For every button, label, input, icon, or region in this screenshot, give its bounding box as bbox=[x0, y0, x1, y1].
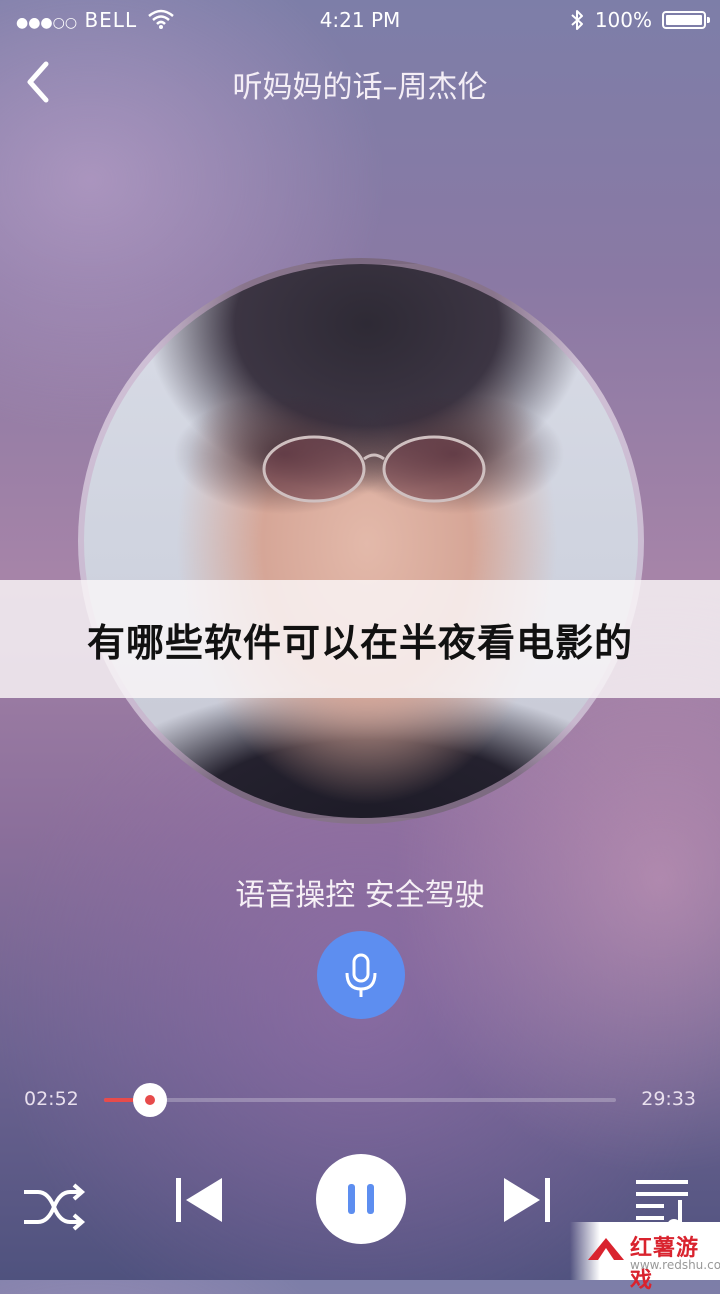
progress-knob[interactable] bbox=[133, 1083, 168, 1117]
current-time: 02:52 bbox=[24, 1088, 79, 1110]
headline-banner: 有哪些软件可以在半夜看电影的 bbox=[0, 580, 720, 698]
voice-control-button[interactable] bbox=[317, 931, 405, 1019]
sunglasses-graphic bbox=[262, 435, 486, 503]
watermark-url: www.redshu.com bbox=[630, 1258, 720, 1272]
voice-control-label: 语音操控 安全驾驶 bbox=[235, 878, 485, 913]
microphone-icon bbox=[345, 953, 377, 997]
previous-button[interactable] bbox=[172, 1172, 228, 1228]
battery-icon bbox=[662, 11, 710, 29]
progress-bar[interactable] bbox=[104, 1083, 616, 1117]
shuffle-icon bbox=[24, 1183, 86, 1231]
status-bar: ●●●○○ BELL 4:21 PM 100% bbox=[0, 0, 720, 40]
skip-previous-icon bbox=[176, 1178, 222, 1222]
album-cover bbox=[78, 258, 644, 824]
site-watermark: 红薯游戏 www.redshu.com bbox=[570, 1222, 720, 1293]
song-title: 听妈妈的话–周杰伦 bbox=[232, 70, 488, 105]
battery-percent: 100% bbox=[594, 8, 652, 32]
total-time: 29:33 bbox=[641, 1088, 696, 1110]
pause-button[interactable] bbox=[316, 1154, 406, 1244]
watermark-logo-icon bbox=[588, 1238, 624, 1260]
skip-next-icon bbox=[504, 1178, 550, 1222]
bluetooth-icon bbox=[571, 10, 583, 30]
headline-text: 有哪些软件可以在半夜看电影的 bbox=[86, 620, 633, 665]
next-button[interactable] bbox=[498, 1172, 554, 1228]
shuffle-button[interactable] bbox=[22, 1180, 86, 1234]
